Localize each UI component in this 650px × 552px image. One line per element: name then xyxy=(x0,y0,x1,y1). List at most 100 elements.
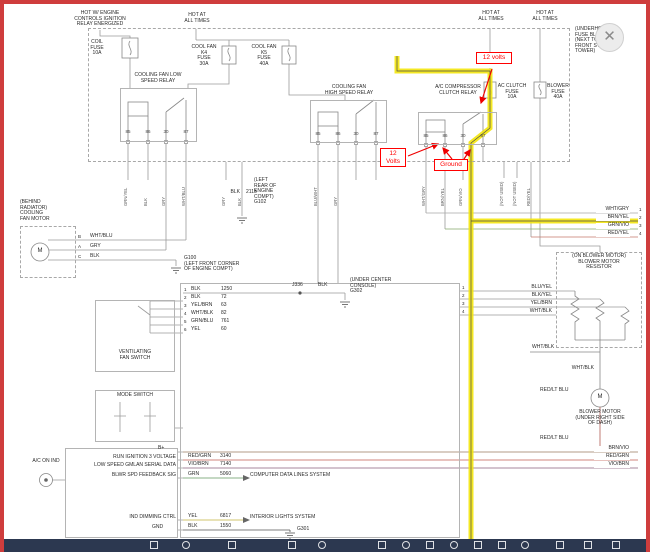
pin-number: 4 xyxy=(184,311,190,317)
annotation-ground: Ground xyxy=(434,159,468,171)
close-button[interactable]: ✕ xyxy=(595,23,624,52)
gnd-label: GND xyxy=(152,525,168,531)
bus-wire-label: GRN/YEL xyxy=(124,164,131,206)
wire-label: WHT/BLK xyxy=(532,345,566,351)
wire-label: WHT/BLU xyxy=(90,234,120,240)
wire-label: BRN/YEL xyxy=(596,215,630,221)
bus-wire-label: WHT/BLU xyxy=(182,164,189,206)
power-label-hot-2: HOT AT ALL TIMES xyxy=(475,11,507,22)
relay-pin: 85 xyxy=(123,129,133,135)
relay-label-ac-clutch: A/C COMPRESSOR CLUTCH RELAY xyxy=(413,85,503,96)
blower-motor-label: BLOWER MOTOR (UNDER RIGHT SIDE OF DASH) xyxy=(568,410,632,427)
bus-wire-label: (NOT USED) xyxy=(500,164,507,206)
fan-switch-label: VENTILATING FAN SWITCH xyxy=(98,350,172,361)
pin-number: 2 xyxy=(462,293,470,299)
wire-label: BRN/VIO xyxy=(594,446,630,452)
motor-m: M xyxy=(594,394,606,401)
toolbar-icon[interactable] xyxy=(402,541,410,549)
toolbar-icon[interactable] xyxy=(288,541,296,549)
relay-pin: 87 xyxy=(181,129,191,135)
fuse-label-blower: BLOWER FUSE 40A xyxy=(545,84,571,101)
bottom-toolbar xyxy=(4,539,646,552)
wire-label: RED/GRN xyxy=(188,454,218,460)
relay-label-low-speed: COOLING FAN LOW SPEED RELAY xyxy=(112,73,204,84)
pin-number: 3 xyxy=(184,303,190,309)
wire-label: VIO/BRN xyxy=(594,462,630,468)
signal-label: BLWR SPD FEEDBACK SIG xyxy=(66,473,176,479)
toolbar-icon[interactable] xyxy=(474,541,482,549)
toolbar-icon[interactable] xyxy=(150,541,158,549)
wire-label: WHT/BLK xyxy=(191,311,219,317)
bus-wire-label: BLK xyxy=(144,164,151,206)
fuse-label-cool-fan-k5: COOL FAN K5 FUSE 40A xyxy=(248,45,280,67)
toolbar-icon[interactable] xyxy=(228,541,236,549)
bus-wire-label: WHT/GRY xyxy=(422,164,429,206)
power-label-hot-1: HOT AT ALL TIMES xyxy=(180,13,214,24)
wire-label: YEL/BRN xyxy=(191,303,219,309)
relay-pin: 85 xyxy=(313,131,323,137)
toolbar-icon[interactable] xyxy=(498,541,506,549)
circuit-number: 72 xyxy=(221,295,239,301)
relay-pin: 30 xyxy=(351,131,361,137)
circuit-number: 7140 xyxy=(220,462,240,468)
wire-label: BLU/YEL xyxy=(498,285,552,291)
relay-pin: 86 xyxy=(440,133,450,139)
ground-label-g100: G100 (LEFT FRONT CORNER OF ENGINE COMPT) xyxy=(184,256,256,273)
toolbar-icon[interactable] xyxy=(182,541,190,549)
circuit-number: 1250 xyxy=(221,287,239,293)
terminal-letter: A xyxy=(78,244,85,250)
toolbar-icon[interactable] xyxy=(426,541,434,549)
relay-pin: 30 xyxy=(458,133,468,139)
bus-wire-label: BLU/WHT xyxy=(314,164,321,206)
system-link-computer-data: COMPUTER DATA LINES SYSTEM xyxy=(250,473,370,479)
system-link-interior-lights: INTERIOR LIGHTS SYSTEM xyxy=(250,515,360,521)
wire-label: BLK xyxy=(224,190,240,196)
wire-label: BLK xyxy=(191,287,219,293)
wire-label: BLK/YEL xyxy=(498,293,552,299)
toolbar-icon[interactable] xyxy=(378,541,386,549)
toolbar-icon[interactable] xyxy=(521,541,529,549)
ground-label-g102: (LEFT REAR OF ENGINE COMPT) G102 xyxy=(254,178,290,206)
pin-number: 2 xyxy=(184,295,190,301)
power-label-hot-3: HOT AT ALL TIMES xyxy=(528,11,562,22)
fan-switch-box xyxy=(95,300,175,372)
annotation-12-volts-top: 12 volts xyxy=(476,52,512,64)
toolbar-icon[interactable] xyxy=(450,541,458,549)
wire-label: RED/YEL xyxy=(596,231,630,237)
bus-wire-label: GRY xyxy=(334,164,341,206)
fuse-label-cool-fan-k4: COOL FAN K4 FUSE 30A xyxy=(188,45,220,67)
wire-label: RED/GRN xyxy=(594,454,630,460)
row-number: 1 xyxy=(639,207,645,213)
pin-number: 5 xyxy=(184,319,190,325)
signal-label: RUN IGNITION 3 VOLTAGE xyxy=(66,455,176,461)
wire-label: GRN/VIO xyxy=(596,223,630,229)
toolbar-icon[interactable] xyxy=(612,541,620,549)
relay-pin: 87 xyxy=(371,131,381,137)
annotation-12-volts-mid: 12 Volts xyxy=(380,148,406,167)
wire-label: YEL xyxy=(188,514,218,520)
toolbar-icon[interactable] xyxy=(584,541,592,549)
relay-label-high-speed: COOLING FAN HIGH SPEED RELAY xyxy=(306,85,392,96)
relay-pin: 87 xyxy=(478,133,488,139)
circuit-number: 60 xyxy=(221,327,239,333)
relay-box-ac-clutch xyxy=(418,112,497,145)
terminal-letter: C xyxy=(78,254,85,260)
row-number: 2 xyxy=(639,215,645,221)
circuit-number: 3140 xyxy=(220,454,240,460)
b-plus-label: B+ xyxy=(158,446,172,452)
circuit-number: 6817 xyxy=(220,514,240,520)
relay-pin: 86 xyxy=(143,129,153,135)
indicator-dot xyxy=(44,478,48,482)
signal-label: LOW SPEED GMLAN SERIAL DATA xyxy=(66,463,176,469)
fuse-label-coil: COIL FUSE 10A xyxy=(84,40,110,57)
ac-on-ind-label: A/C ON IND xyxy=(24,459,68,465)
wire-label: BLK xyxy=(188,524,218,530)
signal-label: IND DIMMING CTRL xyxy=(66,515,176,521)
toolbar-icon[interactable] xyxy=(556,541,564,549)
toolbar-icon[interactable] xyxy=(318,541,326,549)
circuit-number: 63 xyxy=(221,303,239,309)
circuit-number: 761 xyxy=(221,319,239,325)
wire-label: RED/LT BLU xyxy=(540,436,580,442)
motor-m: M xyxy=(34,248,46,255)
wire-label: VIO/BRN xyxy=(188,462,218,468)
